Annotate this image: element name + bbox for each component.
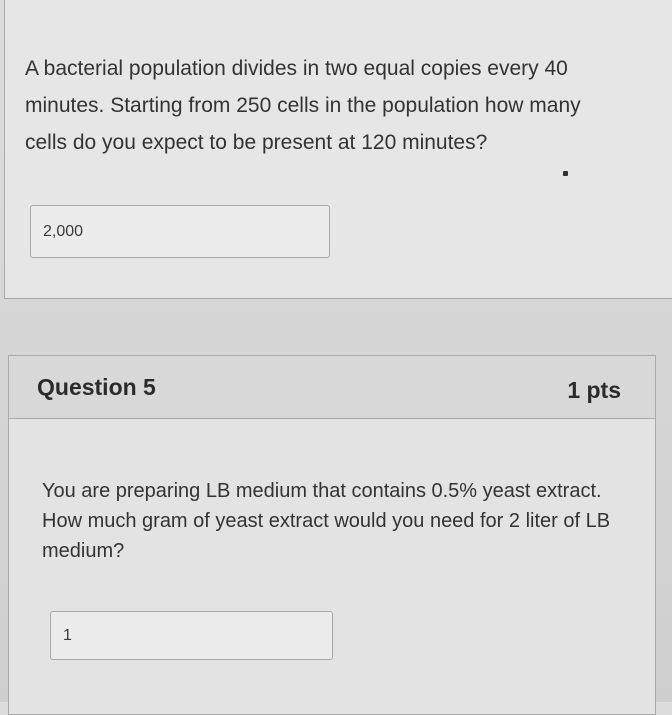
question-4-text: A bacterial population divides in two eq… xyxy=(25,57,581,154)
question-4-card: A bacterial population divides in two eq… xyxy=(4,0,672,299)
question-5-card: Question 5 1 pts You are preparing LB me… xyxy=(8,355,656,715)
question-5-header: Question 5 1 pts xyxy=(9,356,655,419)
cursor-icon xyxy=(563,171,568,176)
question-5-points: 1 pts xyxy=(567,377,621,403)
question-4-answer-input[interactable]: 2,000 xyxy=(30,205,330,258)
question-5-answer-value: 1 xyxy=(63,626,72,644)
question-4-answer-value: 2,000 xyxy=(43,222,84,240)
question-5-answer-input[interactable]: 1 xyxy=(50,611,333,660)
question-5-text: You are preparing LB medium that contain… xyxy=(42,480,611,562)
question-5-title: Question 5 xyxy=(37,374,156,400)
